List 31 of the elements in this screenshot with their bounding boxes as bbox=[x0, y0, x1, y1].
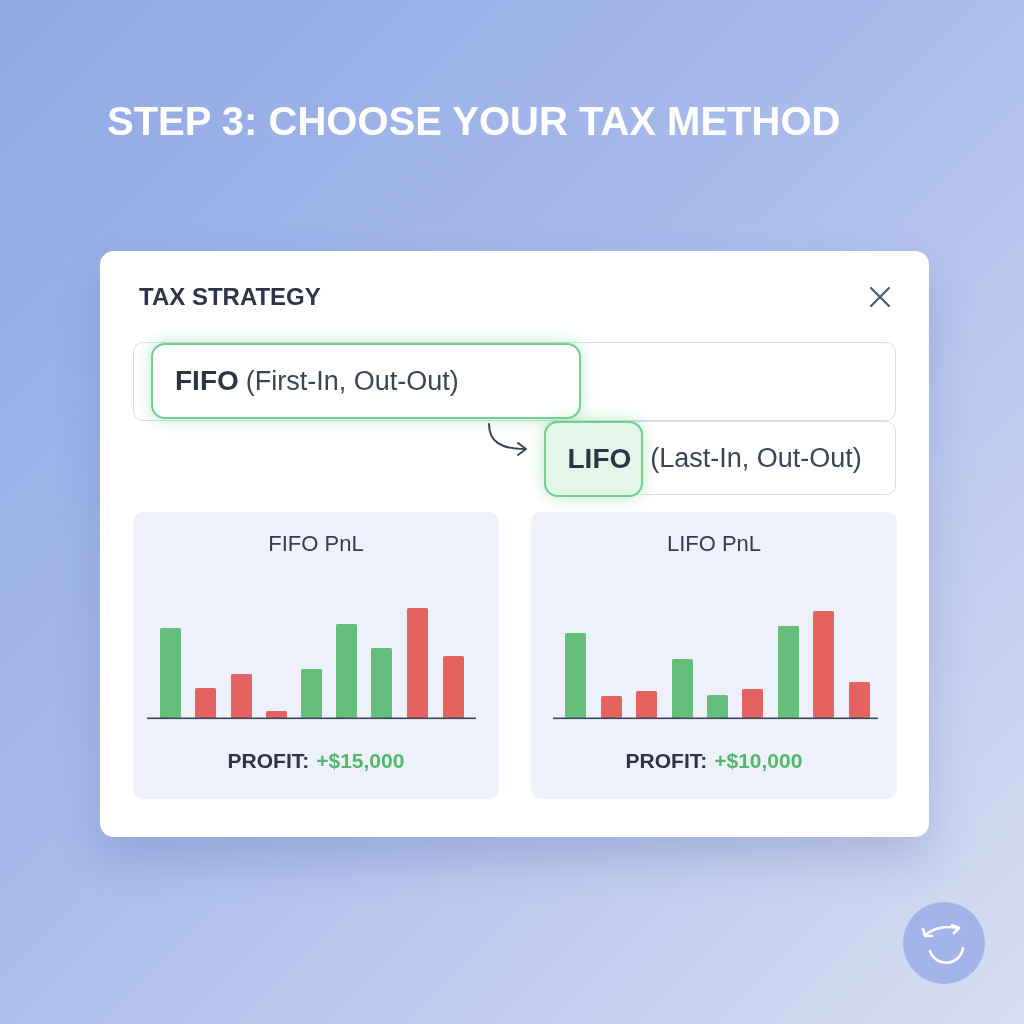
close-button[interactable] bbox=[870, 287, 890, 307]
panel-title: LIFO PnL bbox=[666, 532, 762, 556]
curved-arrow-icon bbox=[486, 423, 530, 457]
panel-title: FIFO PnL bbox=[268, 532, 364, 556]
method-option[interactable]: LIFO (Last-In, Out-Out) bbox=[544, 421, 896, 495]
pnl-bar bbox=[231, 674, 252, 718]
pnl-bar bbox=[195, 688, 216, 718]
pnl-bar bbox=[636, 691, 657, 718]
profit-label: PROFIT: bbox=[227, 749, 310, 773]
method-label: FIFO bbox=[175, 365, 239, 397]
method-description: (Last-In, Out-Out) bbox=[649, 441, 862, 475]
pnl-bar bbox=[443, 656, 464, 718]
pnl-bar bbox=[849, 682, 870, 718]
pnl-bar bbox=[601, 696, 622, 718]
selected-option-card[interactable]: FIFO (First-In, Out-Out) bbox=[151, 343, 581, 419]
profit-value: +$10,000 bbox=[714, 749, 803, 773]
pnl-bar bbox=[742, 689, 763, 718]
method-description: (First-In, Out-Out) bbox=[244, 365, 459, 397]
profit-value: +$15,000 bbox=[316, 749, 405, 773]
pnl-bar bbox=[301, 669, 322, 718]
highlighted-method-label: LIFO bbox=[543, 420, 644, 497]
pnl-bar bbox=[672, 659, 693, 718]
dialog-title: TAX STRATEGY bbox=[139, 282, 321, 312]
pnl-bar bbox=[266, 711, 287, 718]
pnl-bar bbox=[371, 648, 392, 718]
page-heading: STEP 3: CHOOSE YOUR TAX METHOD bbox=[107, 98, 842, 144]
pnl-bar bbox=[707, 695, 728, 718]
profit-label: PROFIT: bbox=[625, 749, 708, 773]
refresh-icon bbox=[921, 924, 967, 964]
close-icon bbox=[870, 287, 890, 307]
method-option[interactable]: FIFO (First-In, Out-Out) bbox=[133, 342, 896, 421]
